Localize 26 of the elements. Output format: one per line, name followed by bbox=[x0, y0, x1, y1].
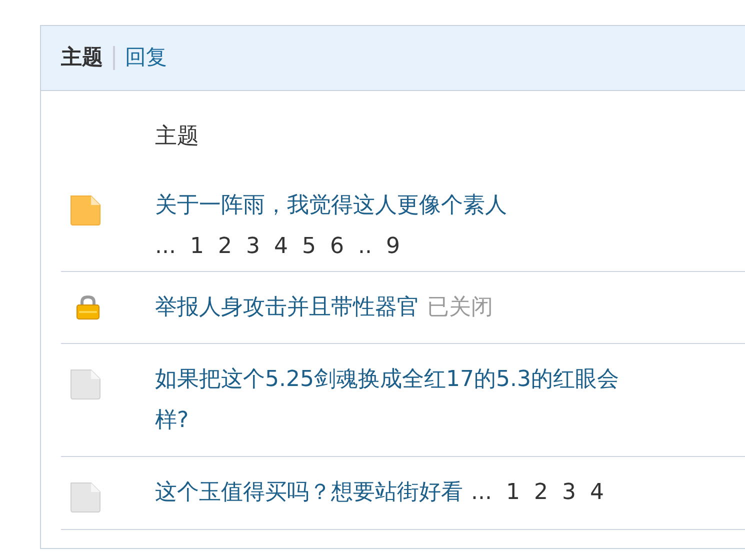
page-link[interactable]: 3 bbox=[246, 234, 260, 259]
page-link[interactable]: 6 bbox=[330, 234, 344, 259]
column-header: 主题 bbox=[155, 122, 199, 150]
document-icon bbox=[68, 193, 102, 227]
thread-title-link[interactable]: 如果把这个5.25剑魂换成全红17的5.3的红眼会样? bbox=[155, 359, 637, 441]
page-link[interactable]: 9 bbox=[386, 234, 400, 259]
ellipsis-text: .. bbox=[358, 234, 372, 259]
status-label: 已关闭 bbox=[427, 295, 493, 320]
page-link[interactable]: 1 bbox=[190, 234, 204, 259]
page-link[interactable]: 2 bbox=[534, 480, 548, 505]
document-icon bbox=[68, 480, 102, 514]
page-link[interactable]: 1 bbox=[506, 480, 520, 505]
page-link[interactable]: 4 bbox=[274, 234, 288, 259]
lock-icon bbox=[75, 295, 101, 321]
page-link[interactable]: 5 bbox=[302, 234, 316, 259]
tab[interactable]: 回复 bbox=[125, 42, 167, 74]
page-link[interactable]: 2 bbox=[218, 234, 232, 259]
document-icon bbox=[68, 367, 102, 401]
thread-title-link[interactable]: 这个玉值得买吗？想要站街好看 bbox=[155, 472, 463, 513]
thread-title-link[interactable]: 关于一阵雨，我觉得这人更像个素人 bbox=[155, 185, 507, 226]
page-link[interactable]: 4 bbox=[590, 480, 604, 505]
thread-title-link[interactable]: 举报人身攻击并且带性器官 bbox=[155, 287, 419, 328]
ellipsis-text: ... bbox=[155, 234, 176, 259]
ellipsis-text: ... bbox=[471, 480, 492, 505]
tab[interactable]: 主题 bbox=[61, 42, 103, 74]
page-link[interactable]: 3 bbox=[562, 480, 576, 505]
